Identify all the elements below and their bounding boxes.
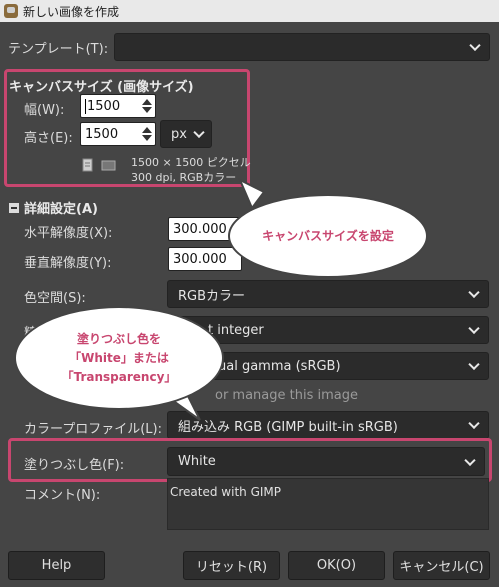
height-label: 高さ(E): xyxy=(24,131,73,146)
fill-callout-line1: 塗りつぶし色を xyxy=(76,331,162,346)
title-bar: 新しい画像を作成 xyxy=(0,0,499,22)
chevron-down-icon xyxy=(469,39,481,52)
x-resolution-value: 300.000 xyxy=(173,221,227,237)
spin-up-icon[interactable] xyxy=(142,99,152,105)
color-manage-checkbox-label[interactable]: or manage this image xyxy=(215,388,358,403)
portrait-icon[interactable] xyxy=(82,158,93,172)
chevron-down-icon xyxy=(468,286,480,299)
color-space-value: RGBカラー xyxy=(178,288,246,304)
cancel-button[interactable]: キャンセル(C) xyxy=(393,551,490,580)
landscape-icon[interactable] xyxy=(101,160,116,171)
x-resolution-label: 水平解像度(X): xyxy=(24,226,113,241)
spin-down-icon[interactable] xyxy=(142,107,152,113)
width-label: 幅(W): xyxy=(24,103,65,118)
spin-down-icon[interactable] xyxy=(142,135,152,141)
width-input-value: 1500 xyxy=(87,98,121,114)
comment-value: Created with GIMP xyxy=(170,485,282,499)
gimp-app-icon xyxy=(4,4,18,18)
fill-callout: 塗りつぶし色を 「White」または「Transparency」 xyxy=(14,306,224,410)
chevron-down-icon xyxy=(468,358,480,371)
unit-select[interactable]: px xyxy=(160,120,212,148)
color-space-label: 色空間(S): xyxy=(24,291,86,306)
color-profile-select[interactable]: 組み込み RGB (GIMP built-in sRGB) xyxy=(167,411,489,439)
orientation-icons[interactable] xyxy=(82,158,118,172)
color-space-select[interactable]: RGBカラー xyxy=(167,280,489,308)
height-spin-arrows[interactable] xyxy=(141,125,153,143)
y-resolution-label: 垂直解像度(Y): xyxy=(24,256,112,271)
chevron-down-icon xyxy=(464,454,476,466)
unit-select-value: px xyxy=(171,126,187,142)
height-input[interactable]: 1500 xyxy=(80,122,156,146)
y-resolution-input[interactable]: 300.000 xyxy=(168,247,242,271)
canvas-size-callout: キャンバスサイズを設定 xyxy=(228,194,428,278)
window-title: 新しい画像を作成 xyxy=(23,4,120,19)
canvas-callout-text: キャンバスサイズを設定 xyxy=(262,228,394,243)
fill-callout-line2: 「White」または「Transparency」 xyxy=(61,350,177,384)
comment-label: コメント(N): xyxy=(24,488,101,503)
ok-button[interactable]: OK(O) xyxy=(288,551,385,580)
collapse-icon[interactable] xyxy=(9,203,19,213)
canvas-info-line2: 300 dpi, RGBカラー xyxy=(131,171,237,184)
chevron-down-icon xyxy=(468,322,480,335)
fill-value: White xyxy=(178,454,216,469)
canvas-info-line1: 1500 × 1500 ピクセル xyxy=(131,156,251,169)
spin-up-icon[interactable] xyxy=(142,127,152,133)
height-input-value: 1500 xyxy=(85,126,119,142)
template-select[interactable] xyxy=(114,33,490,61)
canvas-size-heading: キャンバスサイズ (画像サイズ) xyxy=(9,80,194,95)
text-cursor xyxy=(85,98,86,114)
color-profile-value: 組み込み RGB (GIMP built-in sRGB) xyxy=(178,419,398,435)
help-button[interactable]: Help xyxy=(8,551,105,580)
comment-textarea[interactable]: Created with GIMP xyxy=(167,478,489,530)
reset-button[interactable]: リセット(R) xyxy=(183,551,280,580)
y-resolution-value: 300.000 xyxy=(173,251,227,267)
fill-label: 塗りつぶし色(F): xyxy=(24,458,125,473)
chevron-down-icon xyxy=(193,126,205,139)
fill-select[interactable]: White xyxy=(167,447,485,476)
width-input[interactable]: 1500 xyxy=(80,94,156,118)
color-profile-label: カラープロファイル(L): xyxy=(24,422,162,437)
width-spin-arrows[interactable] xyxy=(141,97,153,115)
template-label: テンプレート(T): xyxy=(8,42,109,57)
advanced-heading[interactable]: 詳細設定(A) xyxy=(24,198,98,217)
chevron-down-icon xyxy=(468,417,480,430)
